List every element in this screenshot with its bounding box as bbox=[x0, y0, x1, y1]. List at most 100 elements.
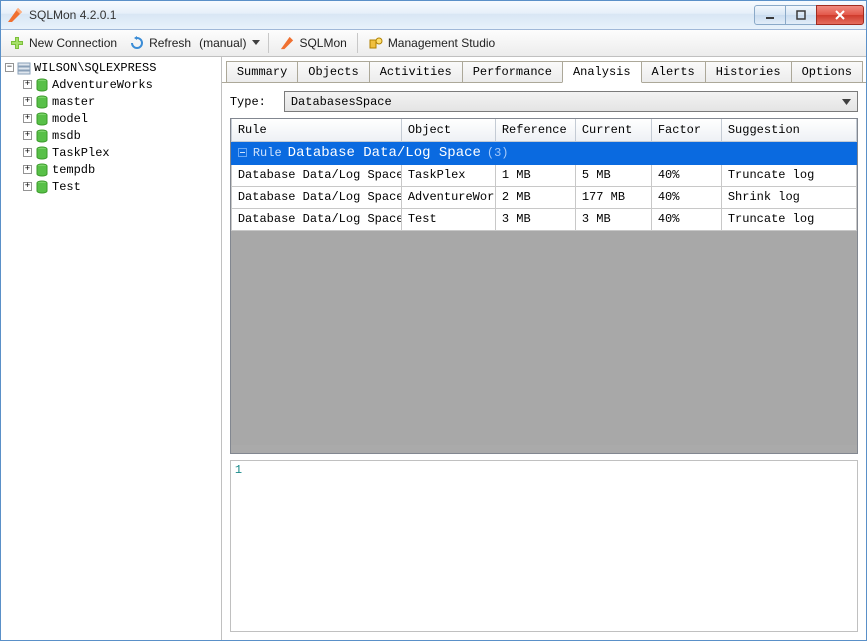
content-area: SummaryObjectsActivitiesPerformanceAnaly… bbox=[222, 57, 866, 640]
toolbar-separator bbox=[268, 33, 269, 53]
cell-suggestion: Truncate log bbox=[721, 164, 856, 186]
new-connection-button[interactable]: New Connection bbox=[5, 33, 121, 53]
column-header[interactable]: Factor bbox=[651, 119, 721, 141]
app-icon bbox=[7, 7, 23, 23]
server-icon bbox=[16, 60, 32, 76]
cell-reference: 2 MB bbox=[495, 186, 575, 208]
sqlmon-button[interactable]: SQLMon bbox=[275, 33, 350, 53]
tree-root-label: WILSON\SQLEXPRESS bbox=[34, 61, 156, 75]
cell-suggestion: Shrink log bbox=[721, 186, 856, 208]
tab-options[interactable]: Options bbox=[791, 61, 863, 82]
sqlmon-icon bbox=[279, 35, 295, 51]
tree-db-label: model bbox=[52, 112, 88, 126]
database-icon bbox=[34, 162, 50, 178]
grid-group-row[interactable]: RuleDatabase Data/Log Space(3) bbox=[231, 141, 856, 164]
tab-objects[interactable]: Objects bbox=[297, 61, 369, 82]
cell-rule: Database Data/Log Space bbox=[231, 208, 401, 230]
expand-icon[interactable]: + bbox=[23, 182, 32, 191]
cell-current: 177 MB bbox=[575, 186, 651, 208]
plus-icon bbox=[9, 35, 25, 51]
refresh-icon bbox=[129, 35, 145, 51]
group-collapse-icon[interactable] bbox=[238, 148, 247, 157]
tree-db-label: TaskPlex bbox=[52, 146, 110, 160]
column-header[interactable]: Current bbox=[575, 119, 651, 141]
column-header[interactable]: Reference bbox=[495, 119, 575, 141]
database-icon bbox=[34, 145, 50, 161]
tab-summary[interactable]: Summary bbox=[226, 61, 298, 82]
collapse-icon[interactable]: − bbox=[5, 63, 14, 72]
tab-activities[interactable]: Activities bbox=[369, 61, 463, 82]
cell-current: 5 MB bbox=[575, 164, 651, 186]
management-studio-label: Management Studio bbox=[388, 36, 495, 50]
sqlmon-label: SQLMon bbox=[299, 36, 346, 50]
tab-histories[interactable]: Histories bbox=[705, 61, 792, 82]
tree-db[interactable]: +Test bbox=[23, 178, 221, 195]
tab-analysis[interactable]: Analysis bbox=[562, 61, 642, 83]
cell-rule: Database Data/Log Space bbox=[231, 186, 401, 208]
refresh-mode-dropdown[interactable] bbox=[250, 40, 262, 46]
tree-db-label: AdventureWorks bbox=[52, 78, 153, 92]
close-button[interactable] bbox=[816, 5, 864, 25]
cell-object: Test bbox=[401, 208, 495, 230]
tree-db[interactable]: + model bbox=[23, 110, 221, 127]
refresh-mode-label: (manual) bbox=[199, 36, 246, 50]
group-title: Database Data/Log Space bbox=[288, 145, 481, 161]
tree-db-label: master bbox=[52, 95, 95, 109]
expand-icon[interactable]: + bbox=[23, 80, 32, 89]
cell-object: AdventureWorks bbox=[401, 186, 495, 208]
object-explorer[interactable]: − WILSON\SQLEXPRESS + AdventureWorks + mast… bbox=[1, 57, 222, 640]
cell-reference: 3 MB bbox=[495, 208, 575, 230]
tree-db[interactable]: + AdventureWorks bbox=[23, 76, 221, 93]
minimize-button[interactable] bbox=[754, 5, 786, 25]
database-icon bbox=[34, 77, 50, 93]
tab-performance[interactable]: Performance bbox=[462, 61, 563, 82]
cell-object: TaskPlex bbox=[401, 164, 495, 186]
column-header[interactable]: Rule bbox=[231, 119, 401, 141]
type-value: DatabasesSpace bbox=[291, 95, 392, 109]
main-area: − WILSON\SQLEXPRESS + AdventureWorks + mast… bbox=[1, 57, 866, 640]
log-area[interactable]: 1 bbox=[230, 460, 858, 632]
tab-strip: SummaryObjectsActivitiesPerformanceAnaly… bbox=[222, 57, 866, 83]
tab-alerts[interactable]: Alerts bbox=[641, 61, 706, 82]
cell-suggestion: Truncate log bbox=[721, 208, 856, 230]
management-studio-icon bbox=[368, 35, 384, 51]
toolbar: New Connection Refresh (manual) SQLMon M… bbox=[1, 30, 866, 57]
management-studio-button[interactable]: Management Studio bbox=[364, 33, 499, 53]
expand-icon[interactable]: + bbox=[23, 148, 32, 157]
group-count: (3) bbox=[487, 146, 509, 160]
window-title: SQLMon 4.2.0.1 bbox=[29, 8, 116, 22]
refresh-label: Refresh bbox=[149, 36, 191, 50]
expand-icon[interactable]: + bbox=[23, 165, 32, 174]
tree-db[interactable]: + master bbox=[23, 93, 221, 110]
tree-db[interactable]: + msdb bbox=[23, 127, 221, 144]
type-row: Type: DatabasesSpace bbox=[222, 83, 866, 118]
database-icon bbox=[34, 128, 50, 144]
window-controls bbox=[755, 5, 866, 25]
table-row[interactable]: Database Data/Log SpaceTest3 MB3 MB40%Tr… bbox=[231, 208, 856, 230]
tree-root[interactable]: − WILSON\SQLEXPRESS bbox=[5, 59, 221, 76]
table-row[interactable]: Database Data/Log SpaceTaskPlex1 MB5 MB4… bbox=[231, 164, 856, 186]
analysis-grid[interactable]: RuleObjectReferenceCurrentFactorSuggesti… bbox=[230, 118, 858, 454]
refresh-button[interactable]: Refresh bbox=[125, 33, 195, 53]
column-header[interactable]: Suggestion bbox=[721, 119, 856, 141]
database-icon bbox=[34, 179, 50, 195]
type-combobox[interactable]: DatabasesSpace bbox=[284, 91, 858, 112]
cell-factor: 40% bbox=[651, 164, 721, 186]
table-row[interactable]: Database Data/Log SpaceAdventureWorks2 M… bbox=[231, 186, 856, 208]
expand-icon[interactable]: + bbox=[23, 131, 32, 140]
cell-factor: 40% bbox=[651, 208, 721, 230]
expand-icon[interactable]: + bbox=[23, 114, 32, 123]
maximize-button[interactable] bbox=[785, 5, 817, 25]
expand-icon[interactable]: + bbox=[23, 97, 32, 106]
cell-rule: Database Data/Log Space bbox=[231, 164, 401, 186]
column-header[interactable]: Object bbox=[401, 119, 495, 141]
chevron-down-icon bbox=[842, 95, 851, 109]
tree-db-label: msdb bbox=[52, 129, 81, 143]
tree-db[interactable]: + tempdb bbox=[23, 161, 221, 178]
log-line-number: 1 bbox=[235, 463, 242, 477]
cell-current: 3 MB bbox=[575, 208, 651, 230]
tree-db[interactable]: + TaskPlex bbox=[23, 144, 221, 161]
toolbar-separator bbox=[357, 33, 358, 53]
tree-db-label: tempdb bbox=[52, 163, 95, 177]
cell-factor: 40% bbox=[651, 186, 721, 208]
